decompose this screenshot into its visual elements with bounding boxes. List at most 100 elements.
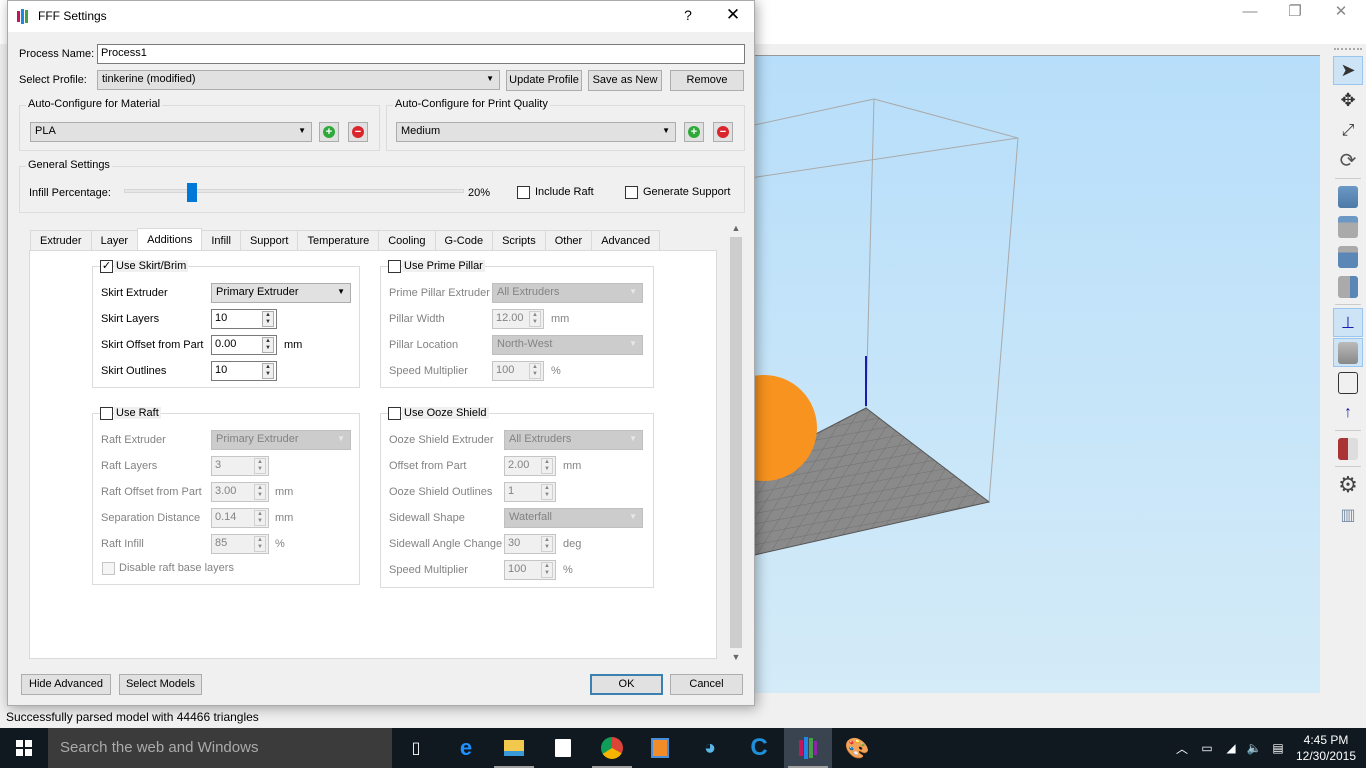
ooze-offset-spinbox[interactable]: 2.00 ▲ ▼ bbox=[504, 456, 556, 476]
settings-button[interactable]: ⚙ bbox=[1333, 470, 1363, 499]
front-view-button[interactable] bbox=[1333, 242, 1363, 271]
taskbar-media-player[interactable] bbox=[636, 728, 684, 768]
tab-cooling[interactable]: Cooling bbox=[378, 230, 436, 250]
top-view-button[interactable] bbox=[1333, 212, 1363, 241]
raft-infill-spinbox[interactable]: 85 ▲ ▼ bbox=[211, 534, 269, 554]
scroll-thumb[interactable] bbox=[730, 237, 742, 648]
tab-other[interactable]: Other bbox=[544, 230, 593, 250]
pillar-extruder-select[interactable]: All Extruders ▼ bbox=[492, 283, 643, 303]
tab-infill[interactable]: Infill bbox=[201, 230, 241, 250]
taskbar-clock[interactable]: 4:45 PM 12/30/2015 bbox=[1290, 732, 1362, 764]
taskbar-store[interactable] bbox=[539, 728, 587, 768]
task-view-button[interactable]: ▯ bbox=[392, 728, 440, 768]
rotate-tool-button[interactable]: ⟳ bbox=[1333, 146, 1363, 175]
iso-view-button[interactable] bbox=[1333, 182, 1363, 211]
settings-scrollbar[interactable]: ▲ ▼ bbox=[729, 221, 743, 666]
spin-arrows-icon[interactable]: ▲ ▼ bbox=[254, 458, 266, 474]
select-models-button[interactable]: Select Models bbox=[119, 674, 202, 695]
spin-arrows-icon[interactable]: ▲ ▼ bbox=[254, 510, 266, 526]
skirt-layers-spinbox[interactable]: 10 ▲ ▼ bbox=[211, 309, 277, 329]
tab-additions[interactable]: Additions bbox=[137, 228, 203, 250]
profile-select[interactable]: tinkerine (modified) ▼ bbox=[97, 70, 500, 90]
spin-arrows-icon[interactable]: ▲ ▼ bbox=[262, 311, 274, 327]
quality-select[interactable]: Medium ▼ bbox=[396, 122, 676, 142]
supports-button[interactable]: ▥ bbox=[1333, 500, 1363, 529]
infill-slider-track[interactable] bbox=[124, 189, 464, 193]
pillar-speed-spinbox[interactable]: 100 ▲ ▼ bbox=[492, 361, 544, 381]
remove-profile-button[interactable]: Remove bbox=[670, 70, 744, 91]
skirt-extruder-select[interactable]: Primary Extruder ▼ bbox=[211, 283, 351, 303]
raft-extruder-select[interactable]: Primary Extruder ▼ bbox=[211, 430, 351, 450]
raft-layers-spinbox[interactable]: 3 ▲ ▼ bbox=[211, 456, 269, 476]
taskbar-app-bird[interactable]: ◕ bbox=[686, 728, 734, 768]
save-as-new-button[interactable]: Save as New bbox=[588, 70, 662, 91]
tab-layer[interactable]: Layer bbox=[90, 230, 139, 250]
solid-view-button[interactable] bbox=[1333, 338, 1363, 367]
generate-support-checkbox[interactable] bbox=[625, 186, 638, 199]
include-raft-checkbox[interactable] bbox=[517, 186, 530, 199]
hide-advanced-button[interactable]: Hide Advanced bbox=[21, 674, 111, 695]
normals-button[interactable]: ↑ bbox=[1333, 398, 1363, 427]
spin-arrows-icon[interactable]: ▲ ▼ bbox=[254, 536, 266, 552]
skirt-outlines-spinbox[interactable]: 10 ▲ ▼ bbox=[211, 361, 277, 381]
select-tool-button[interactable]: ➤ bbox=[1333, 56, 1363, 85]
dialog-close-button[interactable]: ✕ bbox=[724, 5, 742, 25]
use-ooze-shield-checkbox[interactable] bbox=[388, 407, 401, 420]
taskbar-search-box[interactable]: Search the web and Windows bbox=[48, 728, 392, 768]
spin-arrows-icon[interactable]: ▲ ▼ bbox=[541, 484, 553, 500]
section-view-button[interactable] bbox=[1333, 434, 1363, 463]
taskbar-app-c[interactable]: C bbox=[735, 728, 783, 768]
right-view-button[interactable] bbox=[1333, 272, 1363, 301]
update-profile-button[interactable]: Update Profile bbox=[506, 70, 582, 91]
spin-arrows-icon[interactable]: ▲ ▼ bbox=[529, 311, 541, 327]
use-raft-checkbox[interactable] bbox=[100, 407, 113, 420]
tab-extruder[interactable]: Extruder bbox=[30, 230, 92, 250]
ooze-extruder-select[interactable]: All Extruders ▼ bbox=[504, 430, 643, 450]
volume-tray-icon[interactable]: 🔈 bbox=[1243, 728, 1265, 768]
scroll-down-arrow-icon[interactable]: ▼ bbox=[729, 652, 743, 666]
disable-raft-base-checkbox[interactable] bbox=[102, 562, 115, 575]
app-close-button[interactable]: ✕ bbox=[1318, 2, 1364, 22]
taskbar-edge[interactable]: e bbox=[442, 728, 490, 768]
wireframe-view-button[interactable] bbox=[1333, 368, 1363, 397]
raft-offset-spinbox[interactable]: 3.00 ▲ ▼ bbox=[211, 482, 269, 502]
separation-distance-spinbox[interactable]: 0.14 ▲ ▼ bbox=[211, 508, 269, 528]
infill-slider-thumb[interactable] bbox=[187, 183, 197, 202]
minimize-button[interactable]: — bbox=[1227, 2, 1273, 22]
remove-quality-button[interactable]: − bbox=[713, 122, 733, 142]
ooze-speed-spinbox[interactable]: 100 ▲ ▼ bbox=[504, 560, 556, 580]
help-button[interactable]: ? bbox=[680, 7, 696, 23]
axes-toggle-button[interactable]: ⊥ bbox=[1333, 308, 1363, 337]
material-select[interactable]: PLA ▼ bbox=[30, 122, 312, 142]
tab-g-code[interactable]: G-Code bbox=[434, 230, 494, 250]
spin-arrows-icon[interactable]: ▲ ▼ bbox=[262, 337, 274, 353]
spin-arrows-icon[interactable]: ▲ ▼ bbox=[254, 484, 266, 500]
tab-advanced[interactable]: Advanced bbox=[591, 230, 661, 250]
pillar-width-spinbox[interactable]: 12.00 ▲ ▼ bbox=[492, 309, 544, 329]
restore-button[interactable]: ❐ bbox=[1272, 2, 1318, 22]
move-tool-button[interactable]: ✥ bbox=[1333, 86, 1363, 115]
scroll-up-arrow-icon[interactable]: ▲ bbox=[729, 223, 743, 237]
spin-arrows-icon[interactable]: ▲ ▼ bbox=[262, 363, 274, 379]
remove-material-button[interactable]: − bbox=[348, 122, 368, 142]
start-button[interactable] bbox=[0, 728, 48, 768]
sidewall-shape-select[interactable]: Waterfall ▼ bbox=[504, 508, 643, 528]
ok-button[interactable]: OK bbox=[590, 674, 663, 695]
process-name-input[interactable]: Process1 bbox=[97, 44, 745, 64]
sidewall-angle-spinbox[interactable]: 30 ▲ ▼ bbox=[504, 534, 556, 554]
ooze-outlines-spinbox[interactable]: 1 ▲ ▼ bbox=[504, 482, 556, 502]
show-hidden-icons-button[interactable]: ︿ bbox=[1172, 728, 1192, 768]
taskbar-file-explorer[interactable] bbox=[490, 728, 538, 768]
use-skirt-brim-checkbox[interactable]: ✓ bbox=[100, 260, 113, 273]
toolbar-grip[interactable] bbox=[1334, 48, 1362, 54]
pillar-location-select[interactable]: North-West ▼ bbox=[492, 335, 643, 355]
3d-viewport[interactable] bbox=[750, 55, 1320, 693]
dialog-titlebar[interactable]: FFF Settings ? ✕ bbox=[8, 1, 754, 32]
add-material-button[interactable]: + bbox=[319, 122, 339, 142]
use-prime-pillar-checkbox[interactable] bbox=[388, 260, 401, 273]
cancel-button[interactable]: Cancel bbox=[670, 674, 743, 695]
power-tray-icon[interactable]: ▭ bbox=[1196, 728, 1218, 768]
skirt-offset-spinbox[interactable]: 0.00 ▲ ▼ bbox=[211, 335, 277, 355]
taskbar-chrome[interactable] bbox=[588, 728, 636, 768]
tab-support[interactable]: Support bbox=[239, 230, 299, 250]
